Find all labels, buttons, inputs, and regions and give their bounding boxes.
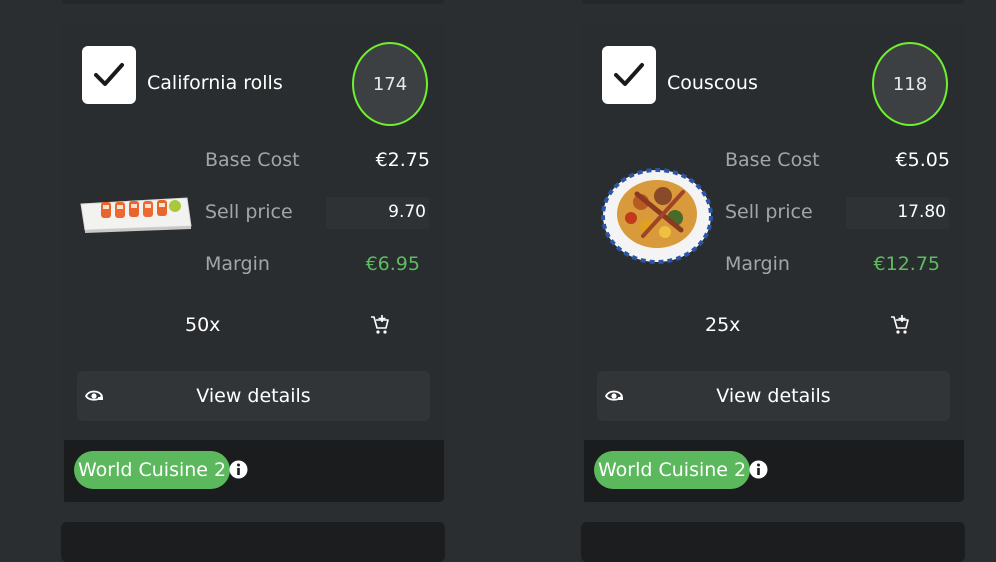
- sell-price-input[interactable]: 9.70: [326, 197, 429, 229]
- product-card-california-rolls: California rolls 174 Base Cost €2.75 Sel…: [61, 22, 445, 502]
- select-checkbox[interactable]: [602, 46, 656, 104]
- select-checkbox[interactable]: [82, 46, 136, 104]
- eye-icon: [85, 390, 104, 401]
- product-card-above-left: [61, 0, 445, 4]
- sell-price-input[interactable]: 17.80: [846, 197, 949, 229]
- california-rolls-image: [80, 197, 192, 233]
- card-footer: World Cuisine 2: [64, 440, 444, 502]
- quantity-value: 25x: [705, 314, 741, 336]
- category-badge: World Cuisine 2: [594, 451, 751, 489]
- margin-label: Margin: [205, 253, 270, 275]
- info-icon[interactable]: [229, 460, 248, 479]
- view-details-label: View details: [716, 385, 831, 407]
- sell-price-label: Sell price: [725, 201, 813, 223]
- card-footer: World Cuisine 2: [584, 440, 964, 502]
- base-cost-value: €5.05: [895, 149, 950, 171]
- margin-label: Margin: [725, 253, 790, 275]
- stock-count-badge: 174: [352, 42, 428, 126]
- info-icon[interactable]: [749, 460, 768, 479]
- base-cost-label: Base Cost: [205, 149, 300, 171]
- stock-count-badge: 118: [872, 42, 948, 126]
- product-card-below-right: [581, 522, 965, 562]
- base-cost-label: Base Cost: [725, 149, 820, 171]
- product-card-below-left: [61, 522, 445, 562]
- view-details-button[interactable]: View details: [597, 371, 950, 421]
- view-details-label: View details: [196, 385, 311, 407]
- add-to-cart-icon[interactable]: [370, 314, 390, 336]
- product-name: Couscous: [667, 72, 758, 94]
- eye-icon: [605, 390, 624, 401]
- base-cost-value: €2.75: [375, 149, 430, 171]
- product-name: California rolls: [147, 72, 283, 94]
- sell-price-label: Sell price: [205, 201, 293, 223]
- add-to-cart-icon[interactable]: [890, 314, 910, 336]
- product-card-couscous: Couscous 118 Base Cost €5.05 Sell price …: [581, 22, 965, 502]
- couscous-image: [601, 168, 713, 264]
- category-badge: World Cuisine 2: [74, 451, 231, 489]
- quantity-value: 50x: [185, 314, 221, 336]
- product-card-above-right: [581, 0, 965, 4]
- view-details-button[interactable]: View details: [77, 371, 430, 421]
- margin-value: €6.95: [365, 253, 420, 275]
- checkmark-icon: [94, 63, 124, 86]
- checkmark-icon: [614, 63, 644, 86]
- margin-value: €12.75: [873, 253, 940, 275]
